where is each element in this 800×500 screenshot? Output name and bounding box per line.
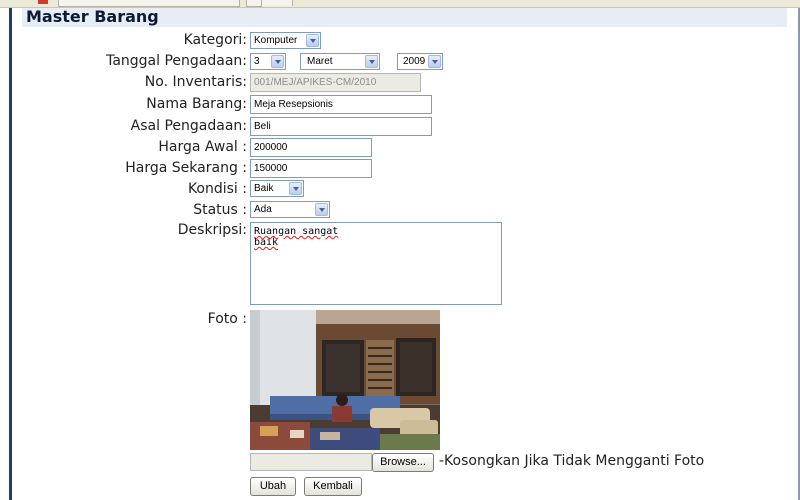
kategori-label: Kategori: xyxy=(183,32,247,48)
left-frame-stripe xyxy=(9,8,12,500)
nama-barang-input[interactable]: Meja Resepsionis xyxy=(250,95,432,114)
harga-sekarang-input[interactable]: 150000 xyxy=(250,159,372,178)
foto-file-input[interactable] xyxy=(250,453,372,471)
status-value: Ada xyxy=(254,204,272,215)
tanggal-month-value: Maret xyxy=(307,56,333,67)
harga-awal-input[interactable]: 200000 xyxy=(250,138,372,157)
tanggal-year-value: 2009 xyxy=(403,56,426,67)
chevron-down-icon xyxy=(306,34,319,47)
nama-label: Nama Barang: xyxy=(146,96,247,112)
browser-tab-small-2[interactable] xyxy=(262,0,293,6)
foto-hint-text: -Kosongkan Jika Tidak Mengganti Foto xyxy=(439,453,705,469)
chevron-down-icon xyxy=(365,55,378,68)
tanggal-year-select[interactable]: 2009 xyxy=(397,53,443,70)
chevron-down-icon xyxy=(428,55,441,68)
tanggal-label: Tanggal Pengadaan: xyxy=(106,53,247,69)
harga-sekarang-label: Harga Sekarang : xyxy=(125,160,247,176)
foto-preview-image xyxy=(250,310,440,450)
asal-pengadaan-input[interactable]: Beli xyxy=(250,117,432,136)
page-title: Master Barang xyxy=(26,7,159,26)
foto-label: Foto : xyxy=(207,311,247,327)
deskripsi-line-1: Ruangan sangat xyxy=(254,226,339,237)
chevron-down-icon xyxy=(315,203,328,216)
tanggal-month-select[interactable]: Maret xyxy=(300,53,380,70)
harga-awal-label: Harga Awal : xyxy=(158,139,247,155)
deskripsi-textarea[interactable]: Ruangan sangat baik xyxy=(250,222,502,305)
asal-label: Asal Pengadaan: xyxy=(130,118,247,134)
status-label: Status : xyxy=(193,202,247,218)
browser-tab-small[interactable] xyxy=(246,0,262,7)
browse-button[interactable]: Browse... xyxy=(372,453,434,472)
left-frame-border xyxy=(0,8,12,500)
kategori-select[interactable]: Komputer xyxy=(250,32,321,49)
tanggal-day-select[interactable]: 3 xyxy=(250,53,286,70)
browser-tab[interactable] xyxy=(58,0,240,7)
chevron-down-icon xyxy=(289,182,302,195)
photo-illustration xyxy=(250,310,440,450)
inventaris-field: 001/MEJ/APIKES-CM/2010 xyxy=(250,73,421,92)
page-header: Master Barang xyxy=(22,7,787,27)
chevron-down-icon xyxy=(271,55,284,68)
kondisi-select[interactable]: Baik xyxy=(250,180,304,197)
tanggal-day-value: 3 xyxy=(254,56,260,67)
deskripsi-line-2: baik xyxy=(254,237,279,248)
tab-favicon xyxy=(38,0,48,4)
kategori-value: Komputer xyxy=(254,35,298,46)
inventaris-label: No. Inventaris: xyxy=(144,74,247,90)
kondisi-label: Kondisi : xyxy=(187,181,247,197)
kembali-button[interactable]: Kembali xyxy=(304,477,362,496)
kondisi-value: Baik xyxy=(254,183,274,194)
status-select[interactable]: Ada xyxy=(250,201,330,218)
ubah-button[interactable]: Ubah xyxy=(250,477,296,496)
deskripsi-label: Deskripsi: xyxy=(177,222,247,238)
